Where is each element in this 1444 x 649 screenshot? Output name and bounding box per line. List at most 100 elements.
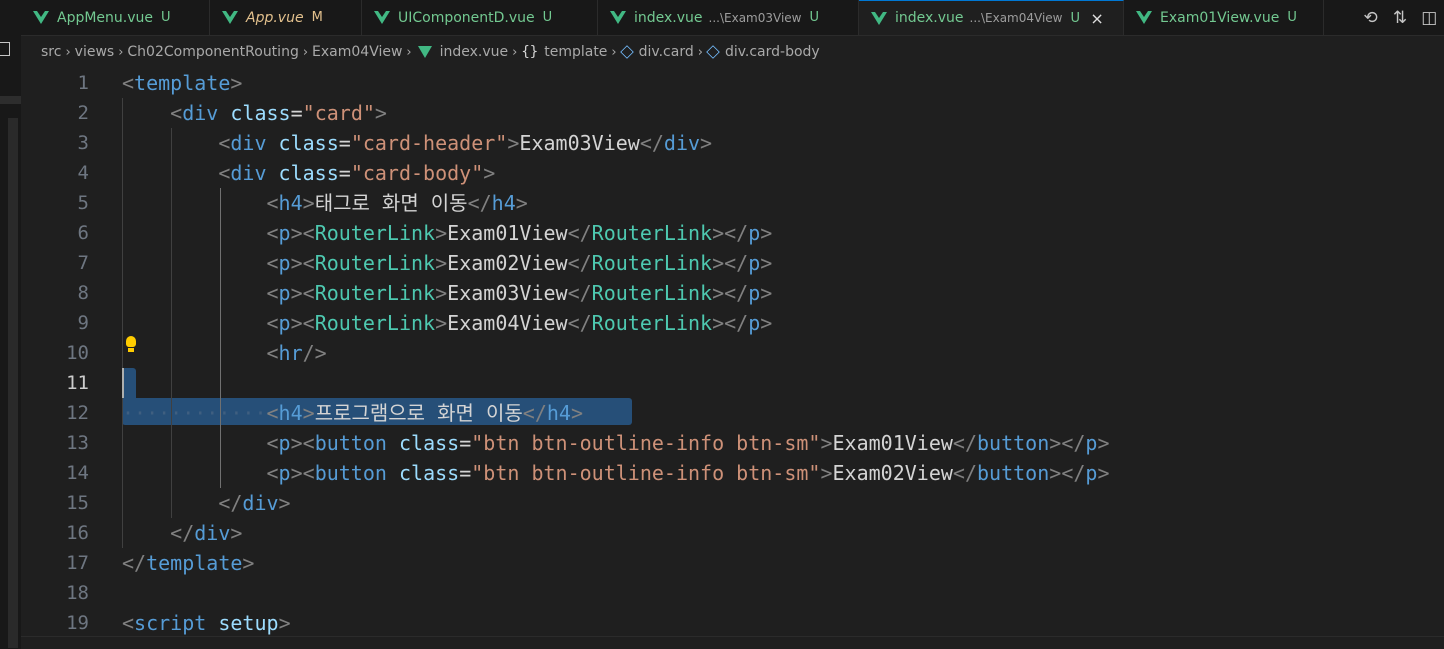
breadcrumb-div-card[interactable]: div.card [639,44,694,60]
code-token: < [170,101,183,125]
code-editor[interactable]: 1 <template> 2 <div class="card"> 3 <div cl… [21,68,1444,636]
code-token: div [194,521,231,545]
code-line[interactable]: 11 [21,368,1444,398]
line-number: 3 [77,132,89,154]
code-token: RouterLink [591,311,713,335]
breadcrumb-views[interactable]: views [75,44,115,60]
code-token: hr [278,341,303,365]
code-token: </ [170,521,195,545]
breadcrumb-file[interactable]: index.vue [440,44,509,60]
code-line[interactable]: 7 <p><RouterLink>Exam02View</RouterLink>… [21,248,1444,278]
code-line[interactable]: 4 <div class="card-body"> [21,158,1444,188]
code-token: > [435,251,448,275]
code-line[interactable]: 1 <template> [21,68,1444,98]
code-line[interactable]: 17 </template> [21,548,1444,578]
code-text: <hr/> [122,338,327,368]
code-token: </ [567,221,592,245]
code-text: <p><RouterLink>Exam03View</RouterLink></… [122,278,773,308]
code-token: Exam04View [447,311,568,335]
code-line[interactable]: 3 <div class="card-header">Exam03View</d… [21,128,1444,158]
code-token: Exam03View [447,281,568,305]
code-token: > [712,221,725,245]
code-line[interactable]: 12 ············<h4>프로그램으로 화면 이동</h4> [21,398,1444,428]
tab-index-vue-exam03[interactable]: index.vue ...\Exam03View U [598,0,859,35]
code-token: RouterLink [591,281,713,305]
code-line[interactable]: 6 <p><RouterLink>Exam01View</RouterLink>… [21,218,1444,248]
vscode-window: AppMenu.vue U App.vue M UIComponentD.vue… [0,0,1444,649]
code-line[interactable]: 2 <div class="card"> [21,98,1444,128]
tab-uicomponentd-vue[interactable]: UIComponentD.vue U [362,0,598,35]
code-token: = [290,101,303,125]
code-token: > [483,161,496,185]
code-line[interactable]: 13 <p><button class="btn btn-outline-inf… [21,428,1444,458]
code-token: < [266,191,279,215]
breadcrumb-div-card-body[interactable]: div.card-body [725,44,820,60]
code-line[interactable]: 5 <h4>태그로 화면 이동</h4> [21,188,1444,218]
code-token: < [266,431,279,455]
code-text: <p><RouterLink>Exam01View</RouterLink></… [122,218,773,248]
code-token: "card-body" [350,161,484,185]
code-token: > [820,461,833,485]
code-token: class [278,161,339,185]
code-token: </ [724,251,749,275]
braces-icon: {} [521,44,539,60]
code-line[interactable]: 19 <script setup> [21,608,1444,638]
code-line[interactable]: 9 <p><RouterLink>Exam04View</RouterLink>… [21,308,1444,338]
code-token: </ [639,131,664,155]
line-number: 6 [77,222,89,244]
breadcrumb: src › views › Ch02ComponentRouting › Exa… [21,36,1444,68]
editor-tab-bar: AppMenu.vue U App.vue M UIComponentD.vue… [21,0,1444,36]
code-token: > [290,251,303,275]
tab-app-vue[interactable]: App.vue M [210,0,362,35]
code-line[interactable]: 18 [21,578,1444,608]
breadcrumb-src[interactable]: src [41,44,61,60]
breadcrumb-subfolder[interactable]: Exam04View [312,44,402,60]
vue-file-icon [417,46,432,58]
code-token: p [278,311,291,335]
split-editor-icon[interactable]: ◫ [1418,8,1440,28]
git-compare-icon[interactable]: ⇅ [1389,8,1411,28]
code-token: > [242,551,255,575]
code-token: p [748,281,761,305]
code-token: > [507,131,520,155]
code-token: < [266,221,279,245]
breadcrumb-folder[interactable]: Ch02ComponentRouting [127,44,298,60]
tab-label: index.vue [634,9,703,26]
code-token: > [302,401,315,425]
explorer-icon[interactable] [0,42,10,56]
code-token: RouterLink [314,311,436,335]
breadcrumb-template[interactable]: template [544,44,607,60]
code-line[interactable]: 8 <p><RouterLink>Exam03View</RouterLink>… [21,278,1444,308]
code-token: < [266,401,279,425]
close-icon[interactable]: × [1090,9,1104,28]
code-line[interactable]: 16 </div> [21,518,1444,548]
code-token: </ [1061,431,1086,455]
timeline-icon[interactable]: ⟲ [1360,8,1382,28]
line-number: 14 [66,462,89,484]
tab-appmenu-vue[interactable]: AppMenu.vue U [21,0,210,35]
code-token: > [302,191,315,215]
tab-exam01view-vue[interactable]: Exam01View.vue U [1124,0,1324,35]
code-token: 태그로 화면 이동 [314,191,468,215]
code-token: > [1097,431,1110,455]
vue-file-icon [871,11,887,25]
code-line[interactable]: 10 <hr/> [21,338,1444,368]
code-token: p [278,461,291,485]
code-token: > [290,311,303,335]
chevron-right-icon: › [302,44,309,60]
vue-file-icon [222,11,238,24]
code-line[interactable]: 15 </div> [21,488,1444,518]
code-token: > [290,221,303,245]
chevron-right-icon: › [697,44,703,60]
code-text: ············<h4>프로그램으로 화면 이동</h4> [122,398,583,428]
code-token: > [760,311,773,335]
tab-status-badge: U [542,10,553,25]
tab-index-vue-exam04[interactable]: index.vue ...\Exam04View U × [859,0,1124,35]
code-line[interactable]: 14 <p><button class="btn btn-outline-inf… [21,458,1444,488]
code-token: > [760,251,773,275]
code-token: < [302,431,315,455]
horizontal-scrollbar[interactable] [21,636,1444,649]
tab-label: App.vue [246,9,304,26]
